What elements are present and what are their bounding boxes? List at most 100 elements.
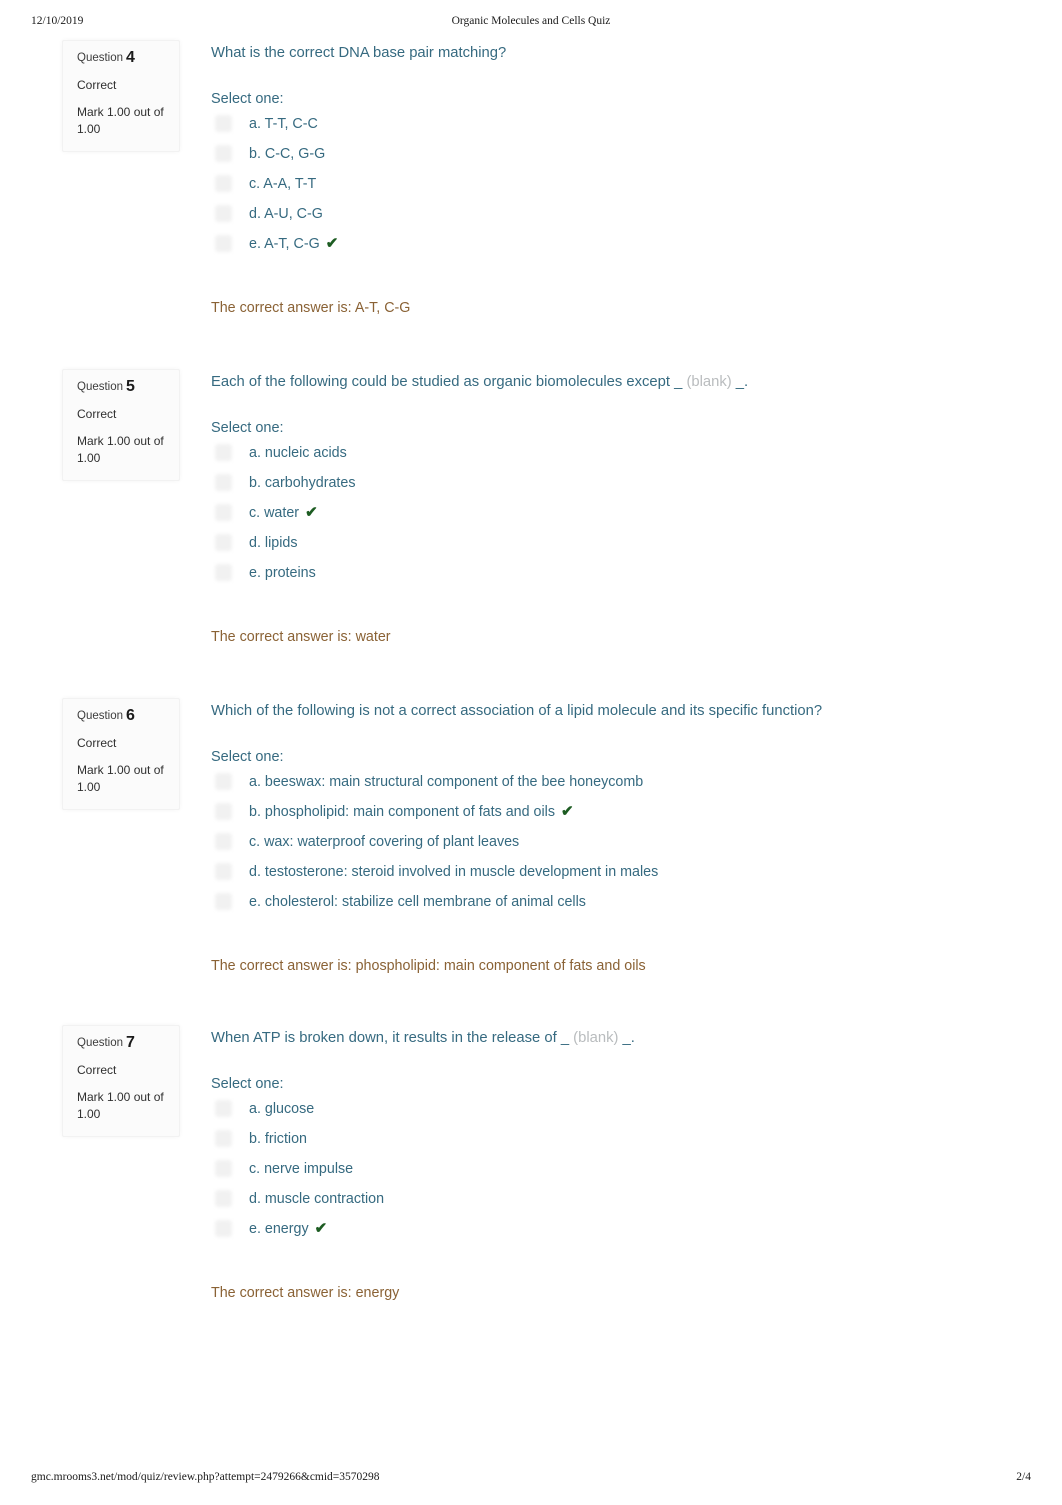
question-number: 7 <box>126 1034 135 1051</box>
radio-button-icon[interactable] <box>215 175 232 192</box>
answer-option-label: c. A-A, T-T <box>249 176 317 192</box>
answer-option-label: d. lipids <box>249 535 298 551</box>
answer-option[interactable]: e. energy ✔ <box>211 1214 1011 1244</box>
question-grade: Mark 1.00 out of 1.00 <box>77 1090 164 1121</box>
question-label: Question <box>77 381 124 393</box>
answer-option[interactable]: d. muscle contraction <box>211 1184 1011 1214</box>
question-text-part: What is the correct DNA base pair matchi… <box>211 45 507 61</box>
question-label: Question <box>77 52 124 64</box>
answer-option-label: e. cholesterol: stabilize cell membrane … <box>249 894 586 910</box>
question-content: What is the correct DNA base pair matchi… <box>211 40 1011 318</box>
answer-option[interactable]: e. cholesterol: stabilize cell membrane … <box>211 887 1011 917</box>
question-grade: Mark 1.00 out of 1.00 <box>77 434 164 465</box>
question-info-box: Question 5 Correct Mark 1.00 out of 1.00 <box>62 369 180 481</box>
answer-option-label: b. phospholipid: main component of fats … <box>249 804 555 820</box>
answer-option[interactable]: c. A-A, T-T <box>211 169 1011 199</box>
question-content: When ATP is broken down, it results in t… <box>211 1025 1011 1303</box>
select-one-prompt: Select one: <box>211 91 284 107</box>
question-number: 6 <box>126 707 135 724</box>
question-state: Correct <box>77 736 117 750</box>
radio-button-icon[interactable] <box>215 1220 232 1237</box>
answer-option[interactable]: d. A-U, C-G <box>211 199 1011 229</box>
answer-option-label: c. nerve impulse <box>249 1161 354 1177</box>
correct-answer-text: The correct answer is: phospholipid: mai… <box>211 958 646 974</box>
answer-option[interactable]: d. testosterone: steroid involved in mus… <box>211 857 1011 887</box>
radio-button-icon[interactable] <box>215 1130 232 1147</box>
answer-option[interactable]: b. friction <box>211 1124 1011 1154</box>
question-info-box: Question 7 Correct Mark 1.00 out of 1.00 <box>62 1025 180 1137</box>
print-page-number: 2/4 <box>1016 1471 1031 1483</box>
question-state: Correct <box>77 407 117 421</box>
answer-option-label: d. muscle contraction <box>249 1191 385 1207</box>
print-source-url: gmc.mrooms3.net/mod/quiz/review.php?atte… <box>31 1471 380 1483</box>
question-grade: Mark 1.00 out of 1.00 <box>77 763 164 794</box>
correct-answer-text: The correct answer is: water <box>211 629 391 645</box>
question-label: Question <box>77 1037 124 1049</box>
radio-button-icon[interactable] <box>215 444 232 461</box>
answer-option-label: e. energy <box>249 1221 309 1237</box>
radio-button-icon[interactable] <box>215 504 232 521</box>
answer-option[interactable]: c. water ✔ <box>211 498 1011 528</box>
question-number-line: Question 4 <box>77 49 167 66</box>
answer-option[interactable]: b. phospholipid: main component of fats … <box>211 797 1011 827</box>
radio-button-icon[interactable] <box>215 205 232 222</box>
correct-check-icon: ✔ <box>325 235 339 252</box>
answer-option-label: a. nucleic acids <box>249 445 347 461</box>
question-text-part: Each of the following could be studied a… <box>211 374 687 390</box>
answer-option[interactable]: a. beeswax: main structural component of… <box>211 767 1011 797</box>
answer-option-label: b. friction <box>249 1131 308 1147</box>
question-state: Correct <box>77 1063 117 1077</box>
question-text: When ATP is broken down, it results in t… <box>211 1025 1011 1048</box>
radio-button-icon[interactable] <box>215 534 232 551</box>
question-content: Which of the following is not a correct … <box>211 698 1011 976</box>
radio-button-icon[interactable] <box>215 1100 232 1117</box>
answer-option-label: a. glucose <box>249 1101 315 1117</box>
answer-option-list: a. beeswax: main structural component of… <box>211 767 1011 917</box>
question-number: 5 <box>126 378 135 395</box>
answer-option-label: d. testosterone: steroid involved in mus… <box>249 864 659 880</box>
radio-button-icon[interactable] <box>215 893 232 910</box>
answer-option[interactable]: b. carbohydrates <box>211 468 1011 498</box>
radio-button-icon[interactable] <box>215 1190 232 1207</box>
radio-button-icon[interactable] <box>215 564 232 581</box>
question-number-line: Question 5 <box>77 378 167 395</box>
question-number: 4 <box>126 49 135 66</box>
radio-button-icon[interactable] <box>215 235 232 252</box>
answer-option-label: b. C-C, G-G <box>249 146 326 162</box>
answer-option-label: e. A-T, C-G <box>249 236 320 252</box>
answer-option[interactable]: c. nerve impulse <box>211 1154 1011 1184</box>
answer-option[interactable]: e. proteins <box>211 558 1011 588</box>
answer-option-label: c. water <box>249 505 300 521</box>
radio-button-icon[interactable] <box>215 773 232 790</box>
blank-placeholder: (blank) <box>573 1030 619 1046</box>
radio-button-icon[interactable] <box>215 803 232 820</box>
radio-button-icon[interactable] <box>215 1160 232 1177</box>
select-one-prompt: Select one: <box>211 420 284 436</box>
answer-option[interactable]: d. lipids <box>211 528 1011 558</box>
radio-button-icon[interactable] <box>215 833 232 850</box>
radio-button-icon[interactable] <box>215 115 232 132</box>
question-text-part: _. <box>618 1030 635 1046</box>
answer-option-list: a. T-T, C-C b. C-C, G-G c. A-A, T-T d. A-U,… <box>211 109 1011 259</box>
radio-button-icon[interactable] <box>215 863 232 880</box>
answer-option-label: b. carbohydrates <box>249 475 356 491</box>
question-text: What is the correct DNA base pair matchi… <box>211 40 1011 63</box>
answer-option[interactable]: a. nucleic acids <box>211 438 1011 468</box>
answer-option-label: e. proteins <box>249 565 316 581</box>
radio-button-icon[interactable] <box>215 474 232 491</box>
select-one-prompt: Select one: <box>211 1076 284 1092</box>
question-info-box: Question 6 Correct Mark 1.00 out of 1.00 <box>62 698 180 810</box>
answer-option[interactable]: a. glucose <box>211 1094 1011 1124</box>
answer-option[interactable]: b. C-C, G-G <box>211 139 1011 169</box>
radio-button-icon[interactable] <box>215 145 232 162</box>
answer-option[interactable]: e. A-T, C-G ✔ <box>211 229 1011 259</box>
answer-option[interactable]: c. wax: waterproof covering of plant lea… <box>211 827 1011 857</box>
answer-option[interactable]: a. T-T, C-C <box>211 109 1011 139</box>
answer-option-list: a. glucose b. friction c. nerve impulse d. … <box>211 1094 1011 1244</box>
answer-option-label: a. T-T, C-C <box>249 116 318 132</box>
question-number-line: Question 6 <box>77 707 167 724</box>
answer-option-list: a. nucleic acids b. carbohydrates c. water… <box>211 438 1011 588</box>
blank-placeholder: (blank) <box>686 374 732 390</box>
correct-check-icon: ✔ <box>305 504 318 521</box>
question-info-box: Question 4 Correct Mark 1.00 out of 1.00 <box>62 40 180 152</box>
